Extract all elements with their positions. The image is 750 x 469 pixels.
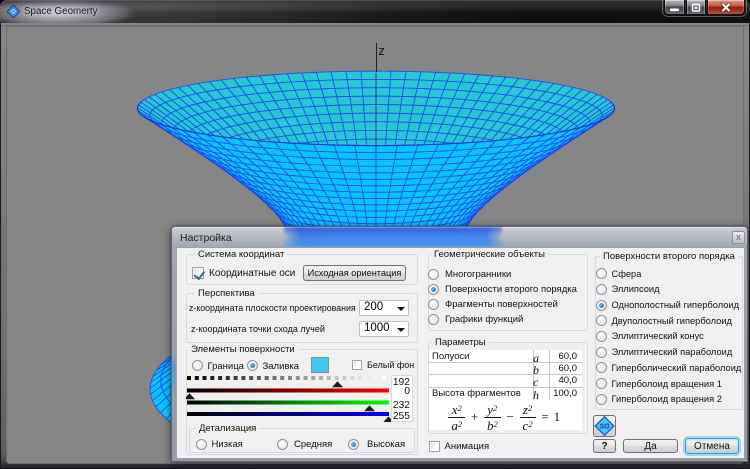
svg-text:z: z: [379, 44, 385, 58]
svg-text:SG: SG: [599, 424, 610, 431]
